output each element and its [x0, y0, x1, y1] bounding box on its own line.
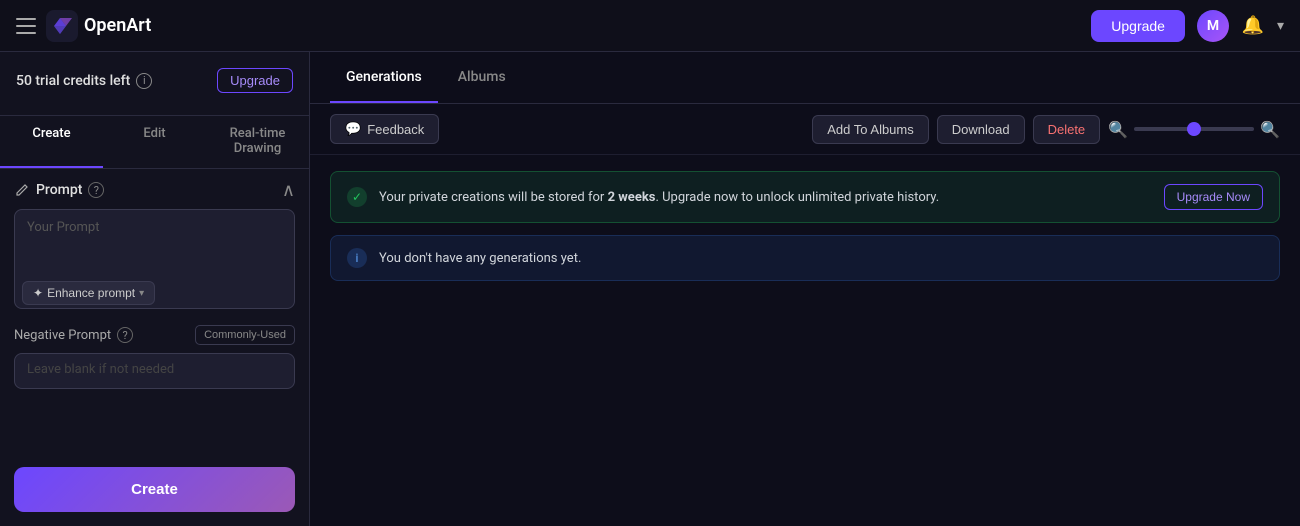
negative-prompt-section: Negative Prompt ? Commonly-Used — [14, 325, 295, 393]
no-generations-text: You don't have any generations yet. — [379, 251, 1263, 266]
enhance-chevron-icon: ▾ — [139, 288, 144, 299]
info-icon: i — [347, 248, 367, 268]
feedback-button[interactable]: 💬 Feedback — [330, 114, 439, 144]
content-body: ✓ Your private creations will be stored … — [310, 155, 1300, 526]
create-button[interactable]: Create — [14, 467, 295, 512]
credits-info-icon[interactable]: i — [136, 73, 152, 89]
prompt-help-icon[interactable]: ? — [88, 182, 104, 198]
feedback-icon: 💬 — [345, 121, 361, 137]
nav-right: Upgrade M 🔔 ▾ — [1091, 10, 1284, 42]
content-area: Generations Albums 💬 Feedback Add To Alb… — [310, 52, 1300, 526]
upgrade-now-button[interactable]: Upgrade Now — [1164, 184, 1263, 210]
prompt-edit-icon — [14, 182, 30, 198]
sidebar-tab-real-time[interactable]: Real-time Drawing — [206, 116, 309, 168]
credits-section: 50 trial credits left i Upgrade — [0, 52, 309, 116]
no-generations-banner: i You don't have any generations yet. — [330, 235, 1280, 281]
toolbar-right: Add To Albums Download Delete 🔍 🔍 — [812, 115, 1280, 144]
negative-prompt-help-icon[interactable]: ? — [117, 327, 133, 343]
negative-prompt-header: Negative Prompt ? Commonly-Used — [14, 325, 295, 345]
prompt-textarea-wrapper: ✦ Enhance prompt ▾ — [14, 209, 295, 313]
logo-container: OpenArt — [46, 10, 151, 42]
negative-prompt-label: Negative Prompt — [14, 328, 111, 343]
app-title: OpenArt — [84, 15, 151, 36]
sidebar-nav: Create Edit Real-time Drawing — [0, 116, 309, 169]
sidebar-tab-create[interactable]: Create — [0, 116, 103, 168]
upgrade-button[interactable]: Upgrade — [1091, 10, 1185, 42]
commonly-used-button[interactable]: Commonly-Used — [195, 325, 295, 345]
add-to-albums-button[interactable]: Add To Albums — [812, 115, 928, 144]
download-button[interactable]: Download — [937, 115, 1025, 144]
prompt-label-row: Prompt ? — [14, 182, 104, 198]
content-tab-albums[interactable]: Albums — [442, 52, 522, 103]
menu-icon[interactable] — [16, 18, 36, 34]
zoom-slider[interactable] — [1134, 127, 1254, 131]
content-tabs: Generations Albums — [310, 52, 1300, 104]
bell-icon[interactable]: 🔔 — [1241, 14, 1265, 38]
weeks-highlight: 2 weeks — [608, 190, 656, 205]
sidebar-upgrade-button[interactable]: Upgrade — [217, 68, 293, 93]
chevron-down-icon[interactable]: ▾ — [1277, 18, 1284, 34]
content-tab-generations[interactable]: Generations — [330, 52, 438, 103]
nav-left: OpenArt — [16, 10, 151, 42]
negative-label-row: Negative Prompt ? — [14, 327, 133, 343]
wand-icon: ✦ — [33, 286, 43, 300]
prompt-collapse-button[interactable]: ∧ — [282, 181, 295, 199]
zoom-out-icon[interactable]: 🔍 — [1108, 120, 1128, 139]
prompt-label: Prompt — [36, 182, 82, 198]
upgrade-banner-text: Your private creations will be stored fo… — [379, 190, 1152, 205]
sidebar-tab-edit[interactable]: Edit — [103, 116, 206, 168]
credits-left-info: 50 trial credits left i — [16, 73, 152, 89]
delete-button[interactable]: Delete — [1033, 115, 1101, 144]
zoom-slider-container: 🔍 🔍 — [1108, 120, 1280, 139]
top-nav: OpenArt Upgrade M 🔔 ▾ — [0, 0, 1300, 52]
openart-logo-icon — [46, 10, 78, 42]
zoom-in-icon[interactable]: 🔍 — [1260, 120, 1280, 139]
negative-prompt-textarea[interactable] — [14, 353, 295, 389]
content-toolbar: 💬 Feedback Add To Albums Download Delete… — [310, 104, 1300, 155]
check-icon: ✓ — [347, 187, 367, 207]
prompt-header: Prompt ? ∧ — [14, 181, 295, 199]
credits-text: 50 trial credits left — [16, 73, 130, 89]
avatar[interactable]: M — [1197, 10, 1229, 42]
enhance-prompt-button[interactable]: ✦ Enhance prompt ▾ — [22, 281, 155, 305]
credits-row: 50 trial credits left i Upgrade — [16, 68, 293, 93]
upgrade-history-banner: ✓ Your private creations will be stored … — [330, 171, 1280, 223]
sidebar: 50 trial credits left i Upgrade Create E… — [0, 52, 310, 526]
main-layout: 50 trial credits left i Upgrade Create E… — [0, 52, 1300, 526]
